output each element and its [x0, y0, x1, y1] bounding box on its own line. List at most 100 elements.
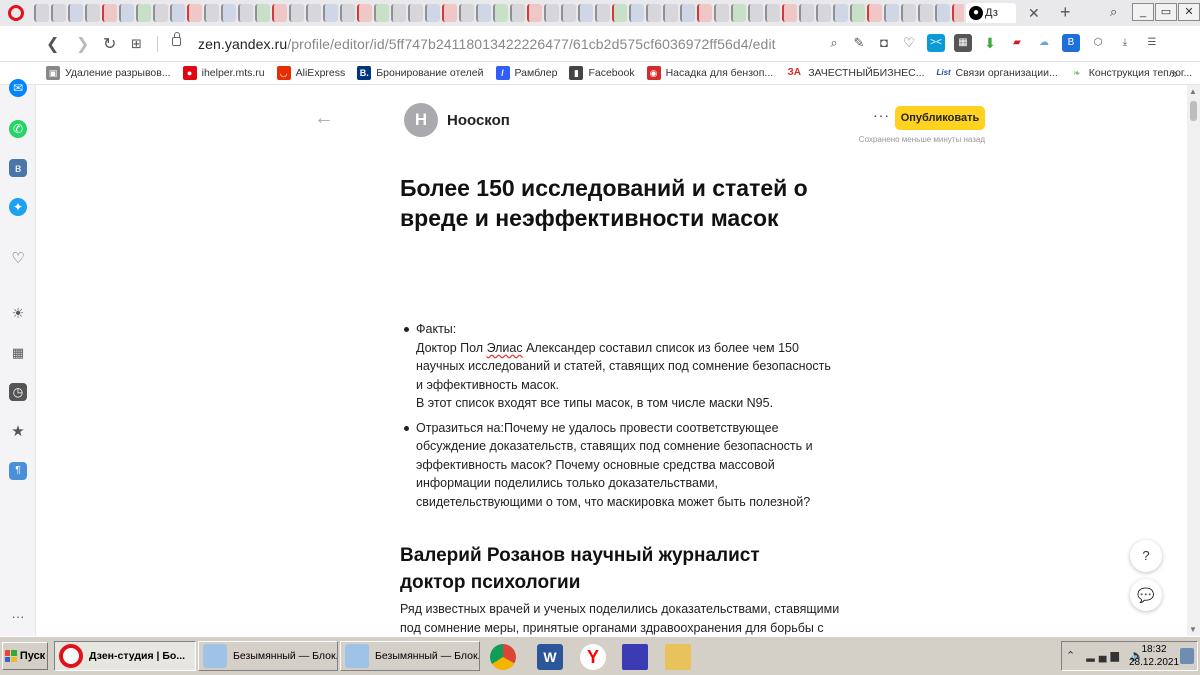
tab-search-icon[interactable]: ⌕: [1110, 4, 1117, 20]
tab-collapsed[interactable]: [680, 4, 695, 22]
download-arrow-icon[interactable]: ⬇: [981, 34, 999, 52]
bookmark-item[interactable]: B. Бронирование отелей: [357, 66, 484, 80]
tab-collapsed[interactable]: [901, 4, 916, 22]
bookmark-item[interactable]: / Рамблер: [495, 66, 557, 80]
vk-extension-icon[interactable]: B: [1062, 34, 1080, 52]
folder-icon[interactable]: [665, 644, 691, 670]
publish-button[interactable]: Опубликовать: [895, 106, 985, 130]
tab-collapsed[interactable]: [782, 4, 797, 22]
history-icon[interactable]: ◷: [9, 383, 27, 401]
edit-icon[interactable]: ✎: [851, 35, 867, 51]
tab-collapsed[interactable]: [323, 4, 338, 22]
scroll-thumb[interactable]: [1190, 101, 1197, 121]
list-item[interactable]: Факты: Доктор Пол Элиас Александер соста…: [402, 320, 831, 413]
network-icon[interactable]: [1180, 648, 1194, 664]
tab-collapsed[interactable]: [952, 4, 964, 22]
scroll-up-icon[interactable]: ▲: [1189, 87, 1197, 96]
start-button[interactable]: Пуск: [2, 642, 48, 670]
tab-collapsed[interactable]: [272, 4, 287, 22]
bookmarks-more-icon[interactable]: »: [1171, 66, 1178, 81]
tab-collapsed[interactable]: [867, 4, 882, 22]
easy-setup-icon[interactable]: ☰: [1143, 34, 1161, 52]
cloud-extension-icon[interactable]: ☁: [1035, 34, 1053, 52]
help-button[interactable]: ?: [1130, 540, 1162, 572]
tab-collapsed[interactable]: [935, 4, 950, 22]
tab-collapsed[interactable]: [170, 4, 185, 22]
tab-collapsed[interactable]: [102, 4, 117, 22]
scroll-down-icon[interactable]: ▼: [1189, 625, 1197, 634]
tab-collapsed[interactable]: [357, 4, 372, 22]
tab-collapsed[interactable]: [442, 4, 457, 22]
cube-icon[interactable]: ⬡: [1089, 34, 1107, 52]
tab-collapsed[interactable]: [476, 4, 491, 22]
camera-icon[interactable]: ◘: [876, 35, 892, 51]
messenger-icon[interactable]: ✉: [9, 79, 27, 97]
tab-collapsed[interactable]: [799, 4, 814, 22]
save-floppy-icon[interactable]: [622, 644, 648, 670]
tab-collapsed[interactable]: [204, 4, 219, 22]
more-options-icon[interactable]: ···: [873, 107, 890, 123]
article-title[interactable]: Более 150 исследований и статей о вреде …: [400, 173, 840, 233]
twitter-icon[interactable]: ✦: [9, 198, 27, 216]
window-minimize-button[interactable]: _: [1132, 3, 1154, 21]
back-icon[interactable]: ❮: [46, 34, 59, 54]
star-icon[interactable]: ★: [9, 423, 27, 441]
section-heading[interactable]: Валерий Розанов научный журналист доктор…: [400, 542, 830, 596]
back-arrow-icon[interactable]: ←: [314, 107, 334, 130]
bookmark-item[interactable]: ▮ Facebook: [569, 66, 635, 80]
whatsapp-icon[interactable]: ✆: [9, 120, 27, 138]
translate-extension-icon[interactable]: ><: [927, 34, 945, 52]
more-icon[interactable]: ···: [9, 608, 27, 626]
tab-active[interactable]: ● Дз: [966, 3, 1016, 23]
tab-collapsed[interactable]: [306, 4, 321, 22]
tab-collapsed[interactable]: [697, 4, 712, 22]
tab-collapsed[interactable]: [340, 4, 355, 22]
word-icon[interactable]: W: [537, 644, 563, 670]
tab-collapsed[interactable]: [238, 4, 253, 22]
taskbar-item-notepad[interactable]: Безымянный — Блок...: [340, 641, 480, 671]
tab-collapsed[interactable]: [85, 4, 100, 22]
tab-collapsed[interactable]: [51, 4, 66, 22]
tab-collapsed[interactable]: [595, 4, 610, 22]
tab-collapsed[interactable]: [646, 4, 661, 22]
tab-collapsed[interactable]: [510, 4, 525, 22]
tab-collapsed[interactable]: [918, 4, 933, 22]
tab-collapsed[interactable]: [629, 4, 644, 22]
tab-collapsed[interactable]: [544, 4, 559, 22]
tab-collapsed[interactable]: [833, 4, 848, 22]
tab-collapsed[interactable]: [884, 4, 899, 22]
tab-collapsed[interactable]: [850, 4, 865, 22]
tab-collapsed[interactable]: [391, 4, 406, 22]
lock-icon[interactable]: [172, 32, 181, 46]
tab-collapsed[interactable]: [765, 4, 780, 22]
bookmark-item[interactable]: ЗА ЗАЧЕСТНЫЙБИЗНЕС...: [785, 66, 925, 80]
new-tab-button[interactable]: +: [1060, 2, 1071, 23]
heart-icon[interactable]: ♡: [9, 250, 27, 268]
tab-close-icon[interactable]: ✕: [1028, 5, 1040, 22]
tab-collapsed[interactable]: [408, 4, 423, 22]
article-bullet-list[interactable]: Факты: Доктор Пол Элиас Александер соста…: [402, 320, 831, 517]
tab-collapsed[interactable]: [459, 4, 474, 22]
translate-icon[interactable]: ¶: [9, 462, 27, 480]
windows-extension-icon[interactable]: ▦: [954, 34, 972, 52]
tab-collapsed[interactable]: [68, 4, 83, 22]
tab-collapsed[interactable]: [289, 4, 304, 22]
tab-collapsed[interactable]: [714, 4, 729, 22]
tab-collapsed[interactable]: [136, 4, 151, 22]
bookmark-item[interactable]: ◉ Насадка для бензоп...: [646, 66, 773, 80]
tab-collapsed[interactable]: [425, 4, 440, 22]
tab-collapsed[interactable]: [119, 4, 134, 22]
chart-extension-icon[interactable]: ▰: [1008, 34, 1026, 52]
bookmark-item[interactable]: ● ihelper.mts.ru: [182, 66, 265, 80]
tab-collapsed[interactable]: [34, 4, 49, 22]
section-paragraph[interactable]: Ряд известных врачей и ученых поделились…: [400, 600, 840, 636]
reload-icon[interactable]: ↻: [103, 34, 116, 54]
page-scrollbar[interactable]: ▲ ▼: [1187, 85, 1200, 636]
tab-collapsed[interactable]: [663, 4, 678, 22]
avatar[interactable]: Н: [404, 103, 438, 137]
bulb-icon[interactable]: ☀: [9, 304, 27, 322]
list-item[interactable]: Отразиться на:Почему не удалось провести…: [402, 419, 822, 512]
tab-collapsed[interactable]: [731, 4, 746, 22]
window-close-button[interactable]: ✕: [1178, 3, 1200, 21]
heart-icon[interactable]: ♡: [901, 35, 917, 51]
